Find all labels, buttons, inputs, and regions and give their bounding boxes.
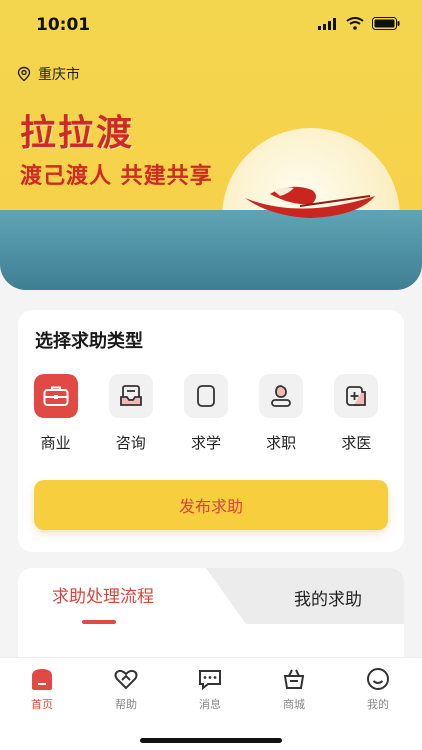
signal-icon bbox=[318, 17, 336, 30]
help-type-label: 咨询 bbox=[115, 434, 146, 452]
tabbar-label: 我的 bbox=[367, 698, 389, 711]
help-type-label: 求职 bbox=[266, 434, 297, 452]
shop-basket-icon bbox=[283, 669, 305, 689]
help-type-title: 选择求助类型 bbox=[35, 331, 143, 352]
tabbar-item-messages[interactable]: 消息 bbox=[180, 666, 240, 712]
app-slogan: 渡己渡人 共建共享 bbox=[20, 164, 213, 189]
tabbar-label: 商城 bbox=[283, 698, 305, 711]
help-type-study[interactable]: 求学 bbox=[168, 374, 243, 453]
briefcase-icon bbox=[33, 374, 78, 418]
status-bar: 10:01 bbox=[0, 0, 422, 52]
battery-icon bbox=[372, 17, 400, 30]
help-type-card: 选择求助类型 商业 咨询 求学 求职 求医 发布求助 bbox=[18, 310, 404, 552]
smile-face-icon bbox=[367, 668, 389, 690]
tabbar-label: 消息 bbox=[199, 698, 221, 711]
tabbar-item-me[interactable]: 我的 bbox=[348, 666, 408, 712]
book-icon bbox=[183, 374, 228, 418]
tabbar-item-shop[interactable]: 商城 bbox=[264, 666, 324, 712]
publish-help-button[interactable]: 发布求助 bbox=[34, 480, 388, 530]
tabbar-item-home[interactable]: 首页 bbox=[12, 666, 72, 712]
help-tabs: 求助处理流程 我的求助 bbox=[18, 568, 404, 668]
help-type-job[interactable]: 求职 bbox=[244, 374, 319, 453]
tabbar-item-help[interactable]: 帮助 bbox=[96, 666, 156, 712]
location-label: 重庆市 bbox=[38, 67, 80, 83]
heart-hand-icon bbox=[114, 669, 138, 690]
help-type-label: 求学 bbox=[190, 434, 221, 452]
user-badge-icon bbox=[259, 374, 304, 418]
location-pin-icon bbox=[17, 66, 31, 82]
tab-active-indicator bbox=[82, 620, 116, 624]
inbox-icon bbox=[108, 374, 153, 418]
help-type-medical[interactable]: 求医 bbox=[319, 374, 394, 453]
status-time: 10:01 bbox=[36, 15, 91, 35]
wifi-icon bbox=[346, 17, 364, 30]
medical-cross-icon bbox=[334, 374, 379, 418]
tabbar-label: 首页 bbox=[31, 698, 53, 711]
tab-help-process[interactable]: 求助处理流程 bbox=[18, 582, 188, 607]
bottom-tab-bar: 首页 帮助 消息 商城 我的 bbox=[0, 657, 422, 750]
tabbar-label: 帮助 bbox=[115, 698, 137, 711]
help-type-label: 求医 bbox=[341, 434, 372, 452]
tab-my-help[interactable]: 我的求助 bbox=[258, 585, 398, 610]
hero-banner: 10:01 重庆市 拉拉渡 渡己渡人 共建共享 bbox=[0, 0, 422, 290]
home-indicator bbox=[140, 738, 282, 743]
location-selector[interactable]: 重庆市 bbox=[16, 64, 80, 84]
help-type-business[interactable]: 商业 bbox=[18, 374, 93, 453]
boat-graphic bbox=[245, 186, 375, 218]
help-type-label: 商业 bbox=[40, 434, 71, 452]
message-icon bbox=[199, 670, 221, 691]
help-type-consult[interactable]: 咨询 bbox=[93, 374, 168, 453]
home-icon bbox=[32, 669, 52, 690]
app-title: 拉拉渡 bbox=[20, 113, 135, 154]
